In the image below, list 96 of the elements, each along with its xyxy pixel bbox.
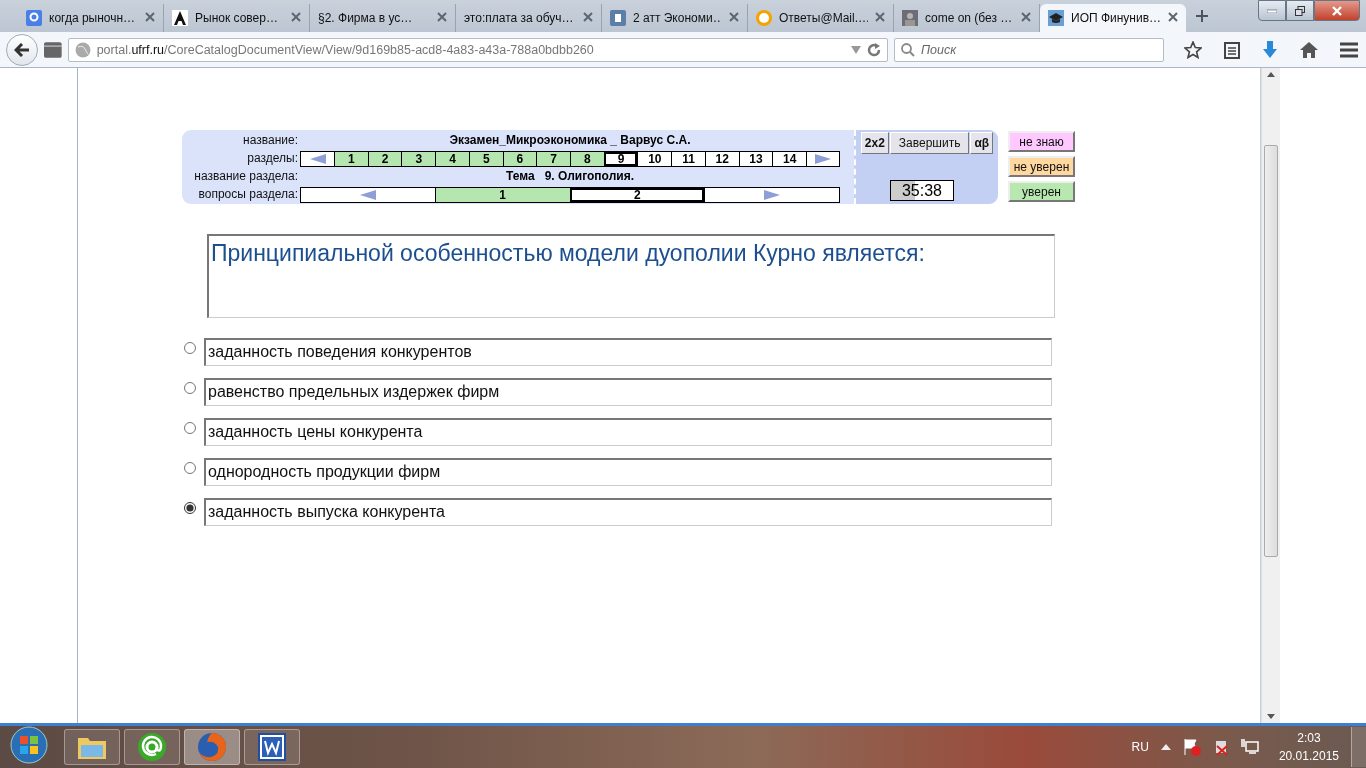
field-label: разделы:: [246, 150, 299, 166]
star-icon[interactable]: [1184, 40, 1202, 59]
close-icon[interactable]: [875, 12, 885, 22]
radio-button[interactable]: [184, 462, 196, 474]
field-label: название раздела:: [193, 168, 299, 184]
close-icon[interactable]: [1021, 12, 1031, 22]
symbols-button[interactable]: αβ: [970, 132, 994, 154]
reading-list-icon[interactable]: [1224, 40, 1240, 59]
site-icon: [26, 10, 42, 26]
menu-icon[interactable]: [1340, 41, 1358, 58]
document-icon: [258, 733, 286, 761]
close-icon[interactable]: [1168, 12, 1178, 22]
exam-title: Экзамен_Микроэкономика _ Варвус С.А.: [448, 132, 692, 148]
finish-button[interactable]: Завершить: [889, 132, 970, 154]
field-label: название:: [242, 132, 299, 148]
radio-button[interactable]: [184, 502, 196, 514]
answer-option[interactable]: однородность продукции фирм: [204, 458, 1052, 486]
right-arrow-icon[interactable]: [815, 154, 832, 164]
section-tab[interactable]: 4: [435, 152, 469, 166]
radio-button[interactable]: [184, 422, 196, 434]
back-arrow-icon: [14, 42, 30, 57]
download-icon[interactable]: [1262, 40, 1278, 59]
question-text: Принципиальной особенностью модели дуополии Курно является:: [207, 234, 1055, 318]
close-icon[interactable]: [583, 12, 593, 22]
field-label: вопросы раздела:: [197, 186, 299, 202]
scroll-down-icon[interactable]: [1267, 714, 1275, 719]
minimize-icon: [1267, 8, 1277, 13]
firefox-icon: [197, 732, 227, 762]
section-tab[interactable]: 2: [367, 152, 402, 166]
section-tab[interactable]: 6: [502, 152, 537, 166]
show-hidden-icons-icon[interactable]: [1160, 744, 1171, 750]
site-icon: [756, 10, 772, 26]
section-tab[interactable]: 9: [603, 152, 638, 166]
section-tab[interactable]: 5: [468, 152, 503, 166]
url-text: portal.ufrf.ru/CoreCatalogDocumentView/View/9d169b85-acd8-4a83-a43a-788a0bdbb260: [96, 42, 595, 57]
close-icon[interactable]: [729, 12, 739, 22]
answer-option[interactable]: заданность выпуска конкурента: [204, 498, 1052, 526]
section-title: Тема 9. Олигополия.: [505, 168, 635, 184]
timer: 35:38: [890, 180, 954, 201]
graduation-cap-icon: [1048, 10, 1064, 26]
browser-tab[interactable]: ИОП Финунив…: [1040, 4, 1186, 32]
restore-button[interactable]: [1286, 0, 1314, 21]
close-icon[interactable]: [291, 12, 301, 22]
at-sign-icon: [137, 732, 167, 762]
section-tab[interactable]: 7: [536, 152, 571, 166]
answer-option[interactable]: заданность цены конкурента: [204, 418, 1052, 446]
back-button[interactable]: [6, 33, 38, 66]
clock[interactable]: 2:03 20.01.2015: [1278, 729, 1339, 765]
left-arrow-icon[interactable]: [359, 190, 376, 200]
taskbar-button[interactable]: [64, 729, 120, 765]
close-icon[interactable]: [145, 12, 155, 22]
question-tab[interactable]: 1: [434, 188, 570, 202]
scrollbar[interactable]: [1261, 68, 1280, 723]
taskbar-button[interactable]: [244, 729, 300, 765]
answer-option[interactable]: заданность поведения конкурентов: [204, 338, 1052, 366]
plus-icon[interactable]: [1196, 10, 1208, 22]
restore-icon: [1295, 5, 1305, 16]
calculator-button[interactable]: 2x2: [860, 132, 889, 154]
close-icon[interactable]: [437, 12, 447, 22]
section-tab[interactable]: 10: [637, 152, 672, 166]
language-indicator[interactable]: RU: [1131, 740, 1149, 754]
close-button[interactable]: [1314, 0, 1360, 21]
question-tab[interactable]: 2: [569, 188, 705, 202]
confidence-button[interactable]: не уверен: [1008, 156, 1075, 177]
section-tab[interactable]: 8: [570, 152, 604, 166]
home-icon[interactable]: [1300, 41, 1318, 58]
flag-error-icon[interactable]: [1182, 738, 1201, 756]
scroll-up-icon[interactable]: [1267, 72, 1275, 77]
section-tab[interactable]: 1: [334, 152, 368, 166]
taskbar-button[interactable]: [124, 729, 180, 765]
answer-option[interactable]: равенство предельных издержек фирм: [204, 378, 1052, 406]
right-arrow-icon[interactable]: [764, 190, 781, 200]
site-icon: [902, 10, 918, 26]
search-field[interactable]: Поиск: [894, 37, 1164, 62]
section-tab[interactable]: 11: [671, 152, 705, 166]
reload-icon[interactable]: [867, 42, 881, 57]
start-button-icon[interactable]: [10, 726, 48, 764]
close-icon: [1332, 5, 1342, 16]
confidence-button[interactable]: не знаю: [1008, 131, 1075, 152]
grid-icon[interactable]: [44, 41, 62, 58]
section-tab[interactable]: 13: [738, 152, 773, 166]
dropdown-icon[interactable]: [851, 45, 861, 54]
section-tab[interactable]: 14: [772, 152, 807, 166]
confidence-button[interactable]: уверен: [1008, 181, 1075, 202]
network-icon[interactable]: [1240, 739, 1259, 755]
address-bar[interactable]: portal.ufrf.ru/CoreCatalogDocumentView/View/9d169b85-acd8-4a83-a43a-788a0bdbb260: [67, 37, 888, 62]
site-icon: [172, 10, 188, 26]
minimize-button[interactable]: [1258, 0, 1286, 21]
globe-icon: [74, 41, 91, 58]
left-arrow-icon[interactable]: [309, 154, 326, 164]
radio-button[interactable]: [184, 342, 196, 354]
show-desktop-button[interactable]: [1351, 727, 1366, 767]
section-tab[interactable]: 12: [704, 152, 739, 166]
site-icon: [610, 10, 626, 26]
section-tab[interactable]: 3: [401, 152, 436, 166]
radio-button[interactable]: [184, 382, 196, 394]
